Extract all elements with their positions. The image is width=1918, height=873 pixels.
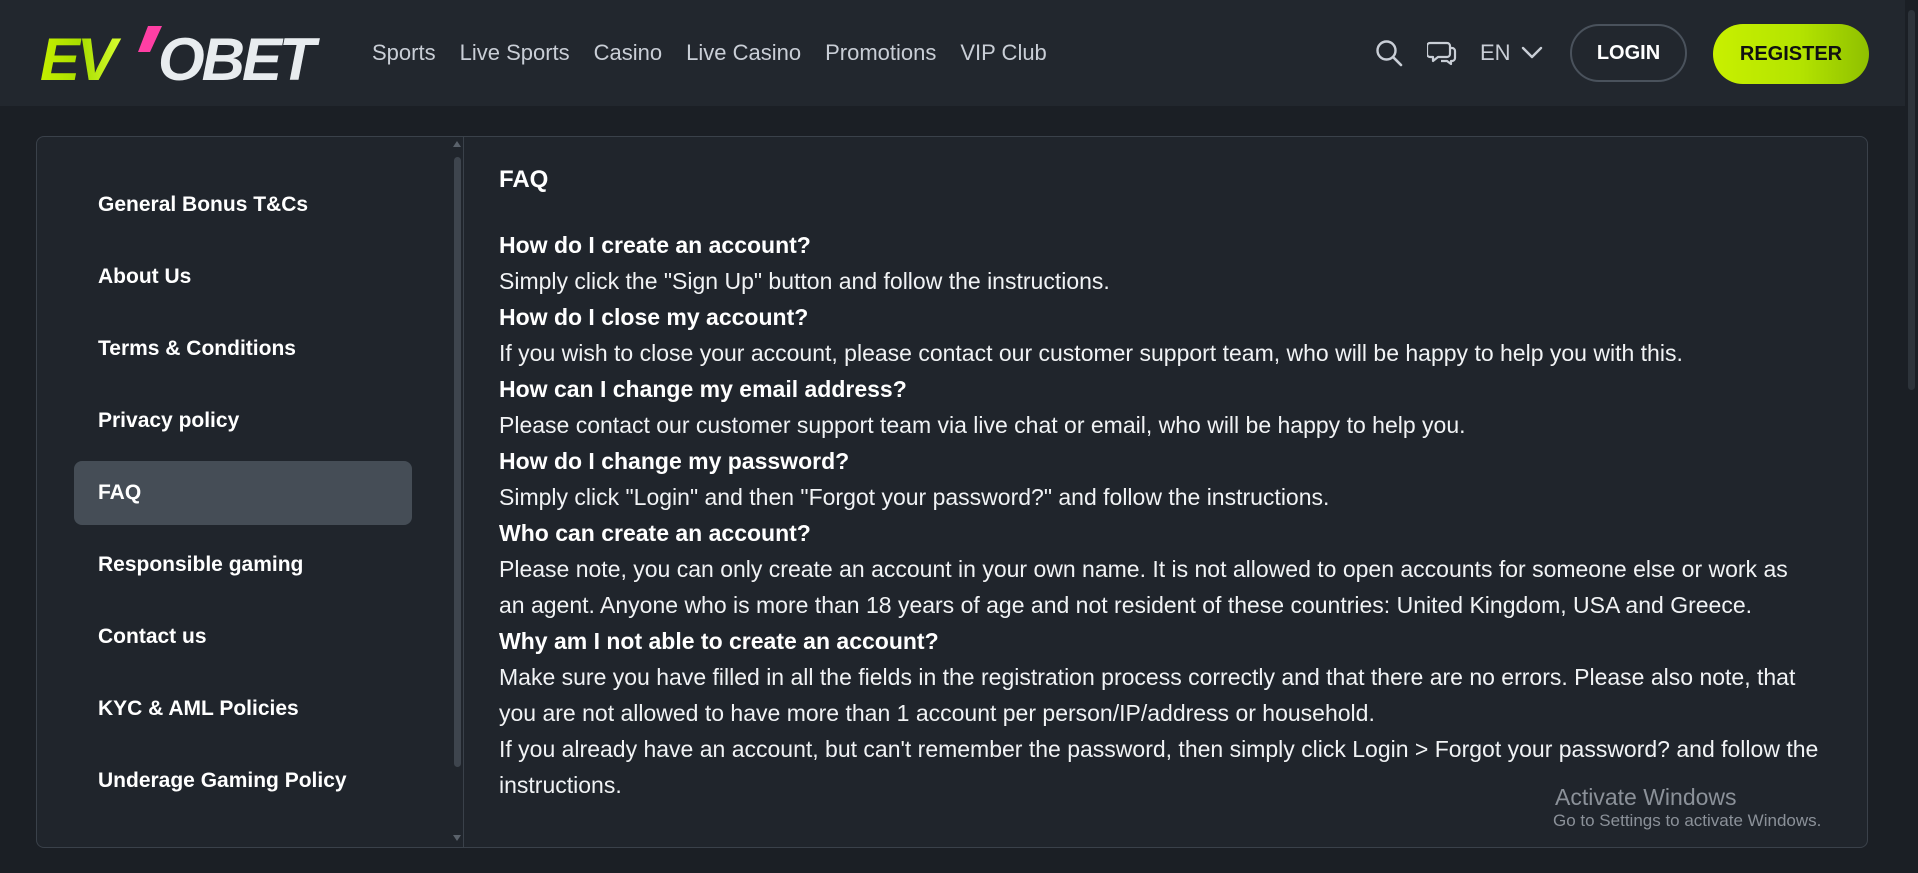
faq-question: How can I change my email address? (499, 376, 907, 402)
windows-activation-watermark: Activate Windows Go to Settings to activ… (1553, 785, 1821, 833)
language-selector[interactable]: EN (1480, 38, 1543, 68)
nav-sports[interactable]: Sports (372, 40, 436, 66)
svg-text:OBET: OBET (158, 26, 320, 86)
nav-live-casino[interactable]: Live Casino (686, 40, 801, 66)
nav-promotions[interactable]: Promotions (825, 40, 936, 66)
language-label: EN (1480, 40, 1511, 65)
sidebar-item-about-us[interactable]: About Us (74, 245, 412, 309)
page-scrollbar[interactable] (1905, 0, 1918, 873)
page-scrollbar-thumb[interactable] (1908, 10, 1915, 390)
main-nav: Sports Live Sports Casino Live Casino Pr… (372, 0, 1071, 106)
nav-vip-club[interactable]: VIP Club (960, 40, 1046, 66)
register-button[interactable]: REGISTER (1713, 24, 1869, 84)
faq-list: How do I create an account? Simply click … (499, 227, 1819, 803)
chevron-down-icon (1521, 46, 1542, 59)
faq-question: Why am I not able to create an account? (499, 628, 939, 654)
search-icon[interactable] (1374, 38, 1404, 68)
faq-question: How do I change my password? (499, 448, 850, 474)
faq-question: How do I close my account? (499, 304, 809, 330)
faq-answer: Please contact our customer support team… (499, 412, 1466, 438)
sidebar-item-responsible-gaming[interactable]: Responsible gaming (74, 533, 412, 597)
faq-answer: Please note, you can only create an acco… (499, 556, 1788, 618)
faq-answer: Simply click the "Sign Up" button and fo… (499, 268, 1110, 294)
faq-question: Who can create an account? (499, 520, 811, 546)
sidebar-item-kyc-aml[interactable]: KYC & AML Policies (74, 677, 412, 741)
scroll-up-arrow-icon[interactable] (453, 141, 461, 147)
faq-question: How do I create an account? (499, 232, 811, 258)
site-header: EV OBET Sports Live Sports Casino Live C… (0, 0, 1918, 106)
scroll-down-arrow-icon[interactable] (453, 835, 461, 841)
sidebar-item-contact-us[interactable]: Contact us (74, 605, 412, 669)
watermark-subtitle: Go to Settings to activate Windows. (1553, 811, 1822, 830)
svg-text:EV: EV (40, 26, 122, 86)
page-title: FAQ (499, 166, 549, 193)
nav-casino[interactable]: Casino (594, 40, 662, 66)
faq-answer: Simply click "Login" and then "Forgot yo… (499, 484, 1330, 510)
sidebar-item-general-bonus[interactable]: General Bonus T&Cs (74, 173, 412, 237)
faq-content: FAQ How do I create an account? Simply cl… (464, 137, 1867, 847)
sidebar-item-faq[interactable]: FAQ (74, 461, 412, 525)
sidebar-scrollbar[interactable] (451, 141, 463, 841)
evobet-logo[interactable]: EV OBET (38, 24, 328, 86)
login-button[interactable]: LOGIN (1570, 24, 1687, 82)
sidebar-item-privacy[interactable]: Privacy policy (74, 389, 412, 453)
faq-answer: If you wish to close your account, pleas… (499, 340, 1683, 366)
sidebar-scrollbar-thumb[interactable] (454, 157, 461, 767)
sidebar-item-terms[interactable]: Terms & Conditions (74, 317, 412, 381)
nav-live-sports[interactable]: Live Sports (460, 40, 570, 66)
info-panel: General Bonus T&Cs About Us Terms & Cond… (36, 136, 1868, 848)
sidebar-item-underage[interactable]: Underage Gaming Policy (74, 749, 412, 813)
info-sidebar: General Bonus T&Cs About Us Terms & Cond… (37, 137, 464, 847)
watermark-title: Activate Windows (1555, 784, 1737, 810)
chat-icon[interactable] (1427, 38, 1457, 68)
faq-answer: Make sure you have filled in all the fie… (499, 664, 1796, 726)
